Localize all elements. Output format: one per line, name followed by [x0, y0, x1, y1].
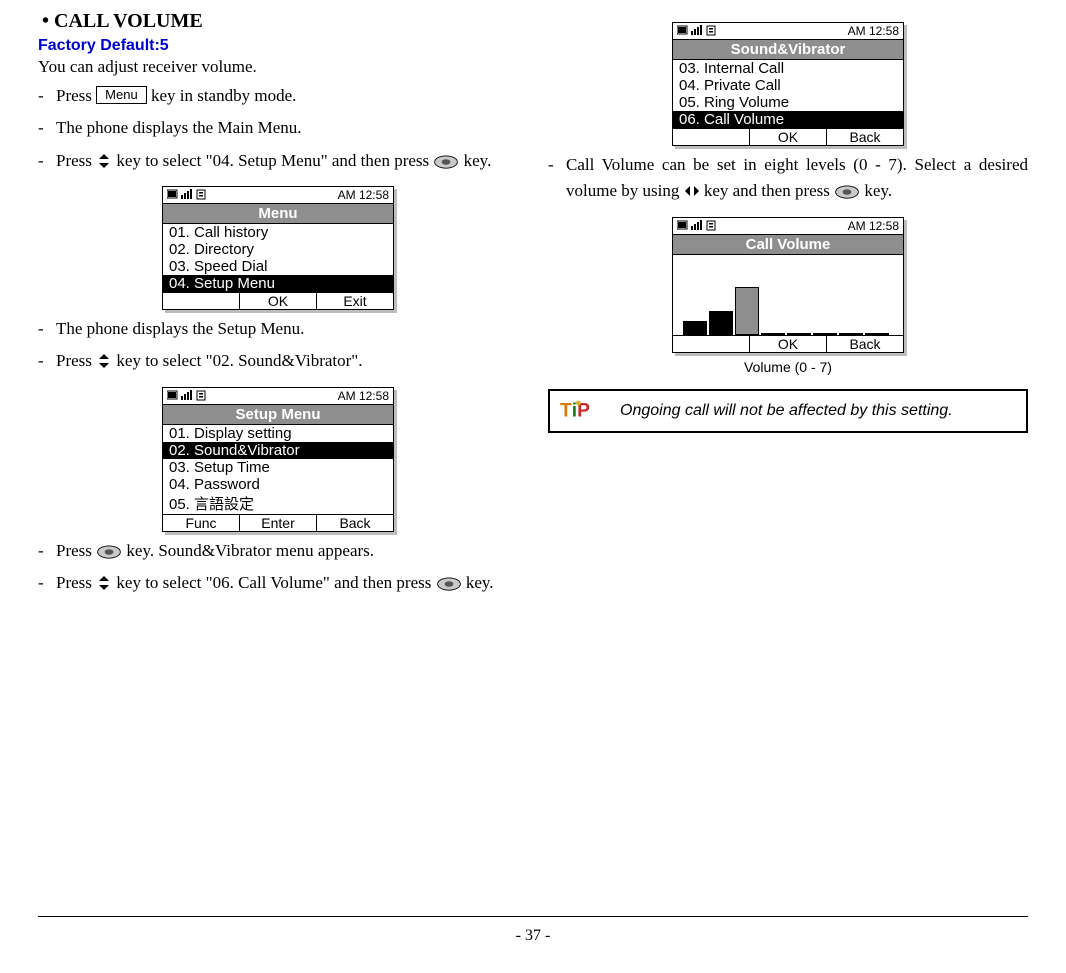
- phone-screen-sound: AM 12:58 Sound&Vibrator 03. Internal Cal…: [672, 22, 904, 146]
- step-text: key.: [864, 181, 892, 200]
- menu-item: 05. Ring Volume: [673, 94, 903, 111]
- page-number: - 37 -: [0, 927, 1066, 945]
- factory-default: Factory Default:5: [38, 37, 518, 55]
- step-set-volume: - Call Volume can be set in eight levels…: [548, 152, 1028, 205]
- screen-title: Call Volume: [673, 235, 903, 255]
- softkey-mid: OK: [749, 129, 826, 145]
- enter-key-icon: [436, 577, 462, 591]
- menu-item: 02. Directory: [163, 241, 393, 258]
- enter-key-icon: [96, 545, 122, 559]
- softkey-right: Back: [826, 336, 903, 352]
- softkey-left: [673, 336, 749, 352]
- updown-icon: [96, 353, 112, 369]
- status-icons-icon: [677, 25, 727, 37]
- step-text: key in standby mode.: [151, 86, 296, 105]
- step-select-setup: - Press key to select "04. Setup Menu" a…: [38, 148, 518, 174]
- status-time: AM 12:58: [338, 188, 389, 202]
- screen-title: Setup Menu: [163, 405, 393, 425]
- menu-item: 05. 言語設定: [163, 493, 393, 514]
- step-text: key.: [464, 151, 492, 170]
- step-press-menu: - Press Menu key in standby mode.: [38, 83, 518, 109]
- enter-key-icon: [433, 155, 459, 169]
- menu-item: 04. Private Call: [673, 77, 903, 94]
- volume-bars: [673, 255, 903, 335]
- softkey-mid: OK: [239, 293, 316, 309]
- menu-item: 03. Speed Dial: [163, 258, 393, 275]
- status-time: AM 12:58: [338, 389, 389, 403]
- step-text: key to select "04. Setup Menu" and then …: [116, 151, 433, 170]
- section-heading: CALL VOLUME: [42, 10, 518, 33]
- step-enter-sound: - Press key. Sound&Vibrator menu appears…: [38, 538, 518, 564]
- softkey-left: [163, 293, 239, 309]
- volume-caption: Volume (0 - 7): [548, 359, 1028, 375]
- step-text: Press: [56, 573, 96, 592]
- step-text: key.: [466, 573, 494, 592]
- updown-icon: [96, 575, 112, 591]
- phone-screen-setup: AM 12:58 Setup Menu 01. Display setting …: [162, 387, 394, 532]
- softkey-mid: Enter: [239, 515, 316, 531]
- leftright-icon: [684, 183, 700, 199]
- step-select-sound: - Press key to select "02. Sound&Vibrato…: [38, 348, 518, 374]
- softkey-left: Func: [163, 515, 239, 531]
- phone-screen-volume: AM 12:58 Call Volume OK Back: [672, 217, 904, 353]
- step-setup-shown: - The phone displays the Setup Menu.: [38, 316, 518, 342]
- updown-icon: [96, 153, 112, 169]
- step-select-callvol: - Press key to select "06. Call Volume" …: [38, 570, 518, 596]
- step-text: key and then press: [704, 181, 834, 200]
- status-icons-icon: [677, 220, 727, 232]
- step-text: The phone displays the Setup Menu.: [56, 316, 518, 342]
- tip-text: Ongoing call will not be affected by thi…: [620, 402, 1016, 420]
- menu-item: 03. Setup Time: [163, 459, 393, 476]
- menu-item: 03. Internal Call: [673, 60, 903, 77]
- step-text: key. Sound&Vibrator menu appears.: [126, 541, 374, 560]
- menu-item-selected: 04. Setup Menu: [163, 275, 393, 292]
- status-time: AM 12:58: [848, 219, 899, 233]
- step-text: Press: [56, 86, 96, 105]
- softkey-right: Back: [826, 129, 903, 145]
- step-main-menu: - The phone displays the Main Menu.: [38, 115, 518, 141]
- status-time: AM 12:58: [848, 24, 899, 38]
- enter-key-icon: [834, 185, 860, 199]
- menu-item: 01. Call history: [163, 224, 393, 241]
- tip-icon: [560, 399, 608, 423]
- step-text: Press: [56, 151, 96, 170]
- step-text: The phone displays the Main Menu.: [56, 115, 518, 141]
- softkey-right: Back: [316, 515, 393, 531]
- menu-item: 01. Display setting: [163, 425, 393, 442]
- screen-title: Sound&Vibrator: [673, 40, 903, 60]
- intro-text: You can adjust receiver volume.: [38, 57, 518, 77]
- menu-key-icon: Menu: [96, 86, 147, 104]
- menu-item-selected: 06. Call Volume: [673, 111, 903, 128]
- tip-box: Ongoing call will not be affected by thi…: [548, 389, 1028, 433]
- footer-rule: [38, 916, 1028, 917]
- screen-title: Menu: [163, 204, 393, 224]
- menu-item-selected: 02. Sound&Vibrator: [163, 442, 393, 459]
- softkey-right: Exit: [316, 293, 393, 309]
- status-icons-icon: [167, 189, 217, 201]
- status-icons-icon: [167, 390, 217, 402]
- step-text: Press: [56, 351, 96, 370]
- step-text: key to select "02. Sound&Vibrator".: [116, 351, 362, 370]
- step-text: key to select "06. Call Volume" and then…: [116, 573, 435, 592]
- menu-item: 04. Password: [163, 476, 393, 493]
- step-text: Press: [56, 541, 96, 560]
- phone-screen-menu: AM 12:58 Menu 01. Call history 02. Direc…: [162, 186, 394, 310]
- softkey-left: [673, 129, 749, 145]
- softkey-mid: OK: [749, 336, 826, 352]
